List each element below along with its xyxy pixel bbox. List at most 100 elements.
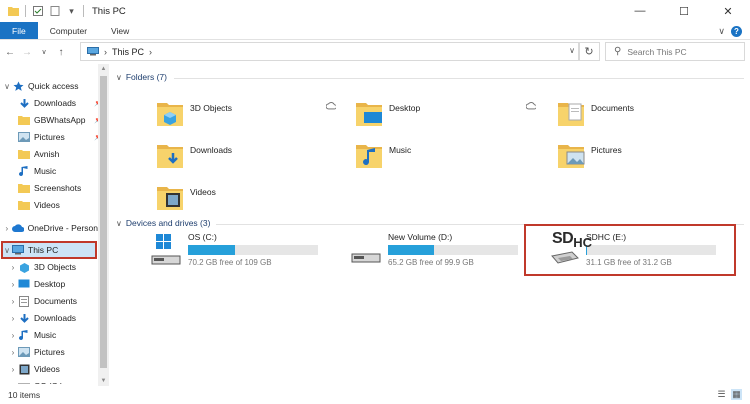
collapse-chevron-icon[interactable]: ∨ xyxy=(116,73,122,82)
expand-chevron-icon[interactable]: › xyxy=(8,280,18,289)
folder-label: Videos xyxy=(190,187,216,197)
drive-name: OS (C:) xyxy=(188,232,217,242)
sidebar-item-desktop[interactable]: › Desktop xyxy=(8,276,104,292)
expand-chevron-icon[interactable]: › xyxy=(8,382,18,385)
search-icon: ⚲ xyxy=(614,46,622,57)
expand-chevron-icon[interactable]: › xyxy=(2,224,12,233)
status-bar: 10 items ☰ ▦ xyxy=(0,386,750,404)
folder-icon xyxy=(18,149,30,160)
folder-videos[interactable]: Videos xyxy=(156,178,216,216)
customize-toolbar-icon[interactable]: ▾ xyxy=(66,6,77,17)
expand-chevron-icon[interactable]: › xyxy=(8,348,18,357)
folder-pictures[interactable]: Pictures xyxy=(557,136,622,174)
expand-chevron-icon[interactable]: › xyxy=(8,365,18,374)
expand-chevron-icon[interactable]: › xyxy=(8,297,18,306)
sidebar-item-label: Screenshots xyxy=(34,183,82,193)
scroll-up-icon[interactable]: ▲ xyxy=(98,66,109,72)
drive-new-volume-d[interactable]: New Volume (D:) 65.2 GB free of 99.9 GB xyxy=(350,232,518,274)
sidebar-scrollbar[interactable]: ▲ ▼ xyxy=(98,64,109,386)
pictures-icon xyxy=(18,132,30,143)
sidebar-item-3d-objects[interactable]: › 3D Objects xyxy=(8,259,104,275)
search-input[interactable] xyxy=(627,46,738,57)
tab-computer[interactable]: Computer xyxy=(38,22,99,39)
sidebar-item-screenshots[interactable]: Screenshots xyxy=(8,180,104,196)
up-arrow-icon[interactable]: ↑ xyxy=(54,47,68,58)
sidebar-item-music[interactable]: › Music xyxy=(8,327,104,343)
sidebar-item-downloads[interactable]: Downloads📌 xyxy=(8,95,104,111)
maximize-button[interactable]: ☐ xyxy=(662,0,706,22)
3d-objects-folder-icon xyxy=(156,98,184,128)
hard-drive-icon xyxy=(350,232,382,272)
folder-desktop[interactable]: Desktop xyxy=(355,94,420,132)
sidebar-item-os-c[interactable]: › OS (C:) xyxy=(8,378,104,384)
address-dropdown-icon[interactable]: ∨ xyxy=(569,46,575,55)
new-folder-icon[interactable] xyxy=(49,6,60,17)
documents-folder-icon xyxy=(557,98,585,128)
sidebar-item-documents[interactable]: › Documents xyxy=(8,293,104,309)
collapse-chevron-icon[interactable]: ∨ xyxy=(116,219,122,228)
folder-downloads[interactable]: Downloads xyxy=(156,136,232,174)
window-title: This PC xyxy=(92,5,126,17)
back-arrow-icon[interactable]: ← xyxy=(3,47,17,58)
sidebar-item-pictures[interactable]: Pictures📌 xyxy=(8,129,104,145)
folder-icon xyxy=(18,115,30,126)
folder-documents[interactable]: Documents xyxy=(557,94,634,132)
quick-access-toolbar: ▾ xyxy=(0,5,84,17)
cloud-sync-icon xyxy=(525,102,537,112)
sidebar-item-music[interactable]: Music xyxy=(8,163,104,179)
folders-group-header[interactable]: ∨ Folders (7) xyxy=(116,72,167,82)
downloads-folder-icon xyxy=(156,140,184,170)
music-icon xyxy=(18,165,30,177)
refresh-button[interactable]: ↻ xyxy=(578,42,600,61)
folder-3d-objects[interactable]: 3D Objects xyxy=(156,94,232,132)
music-folder-icon xyxy=(355,140,383,170)
sidebar-item-downloads[interactable]: › Downloads xyxy=(8,310,104,326)
details-view-icon[interactable]: ☰ xyxy=(716,389,727,400)
item-count: 10 items xyxy=(8,390,41,400)
breadcrumb-this-pc[interactable]: This PC xyxy=(112,47,144,57)
sidebar-item-videos[interactable]: Videos xyxy=(8,197,104,213)
desktop-folder-icon xyxy=(355,98,383,128)
this-pc-highlight-box xyxy=(1,241,97,259)
navigation-pane: ∨Quick accessDownloads📌GBWhatsApp📌Pictur… xyxy=(0,70,110,384)
tab-file[interactable]: File xyxy=(0,22,38,39)
sidebar-item-quick-access[interactable]: ∨ Quick access xyxy=(2,78,98,94)
recent-locations-icon[interactable]: ∨ xyxy=(37,48,51,56)
sidebar-item-label: 3D Objects xyxy=(34,262,77,272)
close-button[interactable]: ✕ xyxy=(706,0,750,22)
sidebar-item-avnish[interactable]: Avnish xyxy=(8,146,104,162)
folder-label: Desktop xyxy=(389,103,421,113)
expand-chevron-icon[interactable]: › xyxy=(8,331,18,340)
sidebar-item-videos[interactable]: › Videos xyxy=(8,361,104,377)
download-icon xyxy=(18,98,30,109)
expand-chevron-icon[interactable]: › xyxy=(8,263,18,272)
folder-icon xyxy=(18,200,30,211)
expand-chevron-icon[interactable]: › xyxy=(8,314,18,323)
large-icons-view-icon[interactable]: ▦ xyxy=(731,389,742,400)
minimize-button[interactable]: — xyxy=(618,0,662,22)
properties-icon[interactable] xyxy=(32,6,43,17)
videos-icon xyxy=(18,364,30,375)
view-toggle: ☰ ▦ xyxy=(716,389,742,400)
forward-arrow-icon[interactable]: → xyxy=(20,47,34,58)
drives-group-header[interactable]: ∨ Devices and drives (3) xyxy=(116,218,210,228)
search-box[interactable]: ⚲ xyxy=(605,42,745,61)
expand-ribbon-icon[interactable]: ∨ xyxy=(718,26,725,37)
star-icon xyxy=(12,81,24,92)
scrollbar-thumb[interactable] xyxy=(100,76,107,368)
sidebar-item-pictures[interactable]: › Pictures xyxy=(8,344,104,360)
sidebar-item-onedrive-person[interactable]: › OneDrive - Person xyxy=(2,220,98,236)
scroll-down-icon[interactable]: ▼ xyxy=(98,378,109,384)
sidebar-item-label: Videos xyxy=(34,200,60,210)
sidebar-item-label: Videos xyxy=(34,364,60,374)
folder-music[interactable]: Music xyxy=(355,136,411,174)
drive-usage-fill xyxy=(388,245,434,255)
main-content: ∨ Folders (7) 3D Objects Desktop Documents… xyxy=(112,66,750,384)
expand-chevron-icon[interactable]: ∨ xyxy=(2,82,12,91)
sidebar-item-label: Avnish xyxy=(34,149,60,159)
tab-view[interactable]: View xyxy=(99,22,141,39)
drive-os-c[interactable]: OS (C:) 70.2 GB free of 109 GB xyxy=(150,232,318,274)
address-bar[interactable]: › This PC › ∨ xyxy=(80,42,580,61)
help-icon[interactable]: ? xyxy=(731,25,742,37)
sidebar-item-gbwhatsapp[interactable]: GBWhatsApp📌 xyxy=(8,112,104,128)
